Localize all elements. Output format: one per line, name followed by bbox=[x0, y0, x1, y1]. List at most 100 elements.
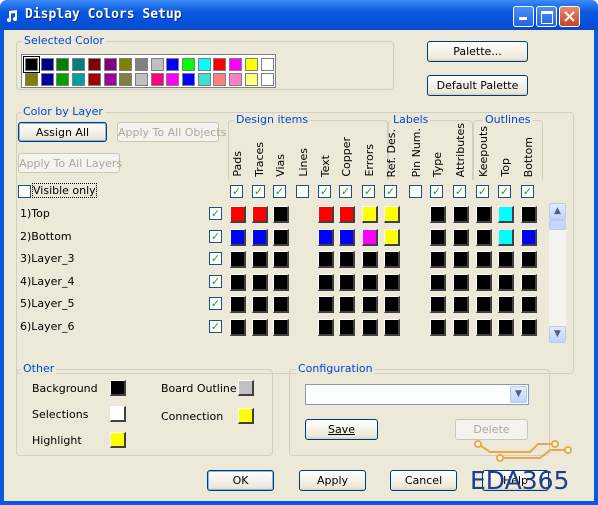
palette-swatch[interactable] bbox=[56, 73, 70, 86]
close-button[interactable] bbox=[559, 6, 580, 27]
layer-color-cell[interactable] bbox=[453, 228, 469, 246]
palette-swatch[interactable] bbox=[23, 56, 40, 73]
palette-swatch[interactable] bbox=[87, 58, 101, 71]
layer-visible-checkbox[interactable]: ✓ bbox=[209, 274, 222, 288]
maximize-button[interactable] bbox=[536, 6, 557, 27]
palette-swatch[interactable] bbox=[119, 58, 133, 71]
layer-color-cell[interactable] bbox=[498, 251, 514, 269]
palette-swatch[interactable] bbox=[25, 73, 38, 86]
layer-color-cell[interactable] bbox=[384, 273, 400, 291]
layer-color-cell[interactable] bbox=[498, 228, 514, 246]
layer-color-cell[interactable] bbox=[430, 319, 446, 336]
palette-swatch[interactable] bbox=[87, 73, 101, 86]
layer-color-cell[interactable] bbox=[453, 319, 469, 336]
assign-all-button[interactable]: Assign All bbox=[18, 122, 107, 142]
layer-color-cell[interactable] bbox=[362, 319, 378, 336]
layer-color-cell[interactable] bbox=[339, 206, 355, 223]
layer-color-cell[interactable] bbox=[318, 251, 334, 269]
layer-color-cell[interactable] bbox=[318, 206, 334, 223]
layer-color-cell[interactable] bbox=[273, 296, 289, 314]
layer-color-cell[interactable] bbox=[521, 273, 537, 291]
layer-color-cell[interactable] bbox=[498, 206, 514, 223]
layer-color-cell[interactable] bbox=[476, 296, 492, 314]
palette-swatch[interactable] bbox=[134, 58, 148, 71]
layer-color-cell[interactable] bbox=[252, 228, 268, 246]
palette-swatch[interactable] bbox=[103, 73, 117, 86]
column-checkbox[interactable]: ✓ bbox=[230, 185, 243, 198]
palette-swatch[interactable] bbox=[197, 73, 211, 86]
layer-color-cell[interactable] bbox=[521, 206, 537, 223]
configuration-select[interactable]: ▼ bbox=[305, 384, 529, 405]
layer-color-cell[interactable] bbox=[339, 228, 355, 246]
layer-color-cell[interactable] bbox=[498, 273, 514, 291]
layer-color-cell[interactable] bbox=[273, 228, 289, 246]
palette-swatch[interactable] bbox=[229, 73, 243, 86]
layer-color-cell[interactable] bbox=[384, 206, 400, 223]
layer-color-cell[interactable] bbox=[498, 319, 514, 336]
palette-swatch[interactable] bbox=[182, 73, 195, 86]
layer-visible-checkbox[interactable]: ✓ bbox=[209, 207, 222, 220]
palette-swatch[interactable] bbox=[213, 73, 227, 86]
layer-visible-checkbox[interactable]: ✓ bbox=[209, 229, 222, 243]
layer-color-cell[interactable] bbox=[362, 296, 378, 314]
column-checkbox[interactable] bbox=[409, 185, 422, 198]
palette-swatch[interactable] bbox=[56, 58, 70, 71]
layer-color-cell[interactable] bbox=[430, 206, 446, 223]
layer-color-cell[interactable] bbox=[318, 228, 334, 246]
layer-color-cell[interactable] bbox=[230, 273, 246, 291]
layer-color-cell[interactable] bbox=[362, 228, 378, 246]
layer-color-cell[interactable] bbox=[252, 206, 268, 223]
layer-color-cell[interactable] bbox=[339, 319, 355, 336]
layer-color-cell[interactable] bbox=[273, 251, 289, 269]
layer-color-cell[interactable] bbox=[362, 206, 378, 223]
column-checkbox[interactable]: ✓ bbox=[521, 185, 534, 198]
layer-color-cell[interactable] bbox=[384, 296, 400, 314]
connection-swatch[interactable] bbox=[238, 408, 254, 424]
palette-swatch[interactable] bbox=[229, 58, 243, 71]
layer-color-cell[interactable] bbox=[476, 251, 492, 269]
layer-color-cell[interactable] bbox=[453, 251, 469, 269]
layer-color-cell[interactable] bbox=[430, 296, 446, 314]
layer-visible-checkbox[interactable]: ✓ bbox=[209, 252, 222, 266]
column-checkbox[interactable]: ✓ bbox=[430, 185, 443, 198]
palette-swatch[interactable] bbox=[40, 73, 54, 86]
layer-visible-checkbox[interactable]: ✓ bbox=[209, 297, 222, 311]
layer-color-cell[interactable] bbox=[230, 296, 246, 314]
palette-button[interactable]: Palette... bbox=[427, 41, 528, 62]
layer-color-cell[interactable] bbox=[521, 296, 537, 314]
highlight-swatch[interactable] bbox=[110, 432, 126, 448]
column-checkbox[interactable]: ✓ bbox=[318, 185, 331, 198]
column-checkbox[interactable]: ✓ bbox=[498, 185, 511, 198]
palette-swatch[interactable] bbox=[134, 73, 148, 86]
layer-color-cell[interactable] bbox=[476, 319, 492, 336]
layer-color-cell[interactable] bbox=[476, 228, 492, 246]
layer-color-cell[interactable] bbox=[318, 273, 334, 291]
layer-color-cell[interactable] bbox=[453, 273, 469, 291]
layer-color-cell[interactable] bbox=[273, 273, 289, 291]
layer-color-cell[interactable] bbox=[476, 273, 492, 291]
scroll-up-button[interactable]: ▲ bbox=[549, 203, 566, 220]
layer-color-cell[interactable] bbox=[230, 206, 246, 223]
ok-button[interactable]: OK bbox=[207, 470, 274, 491]
board-outline-swatch[interactable] bbox=[238, 380, 254, 396]
column-checkbox[interactable]: ✓ bbox=[339, 185, 352, 198]
apply-to-all-objects-button[interactable]: Apply To All Objects bbox=[117, 122, 226, 142]
layer-color-cell[interactable] bbox=[230, 251, 246, 269]
layer-color-cell[interactable] bbox=[430, 251, 446, 269]
layer-color-cell[interactable] bbox=[453, 296, 469, 314]
apply-button[interactable]: Apply bbox=[299, 470, 366, 491]
layer-color-cell[interactable] bbox=[252, 251, 268, 269]
layer-color-cell[interactable] bbox=[453, 206, 469, 223]
layer-visible-checkbox[interactable]: ✓ bbox=[209, 320, 222, 333]
layer-color-cell[interactable] bbox=[230, 319, 246, 336]
apply-to-all-layers-button[interactable]: Apply To All Layers bbox=[18, 153, 122, 173]
layer-color-cell[interactable] bbox=[430, 228, 446, 246]
background-swatch[interactable] bbox=[110, 380, 126, 396]
column-checkbox[interactable]: ✓ bbox=[384, 185, 397, 198]
palette-swatch[interactable] bbox=[260, 73, 274, 86]
layer-color-cell[interactable] bbox=[252, 296, 268, 314]
palette-swatch[interactable] bbox=[244, 73, 258, 86]
layer-color-cell[interactable] bbox=[252, 273, 268, 291]
layer-color-cell[interactable] bbox=[273, 206, 289, 223]
layer-color-cell[interactable] bbox=[318, 296, 334, 314]
